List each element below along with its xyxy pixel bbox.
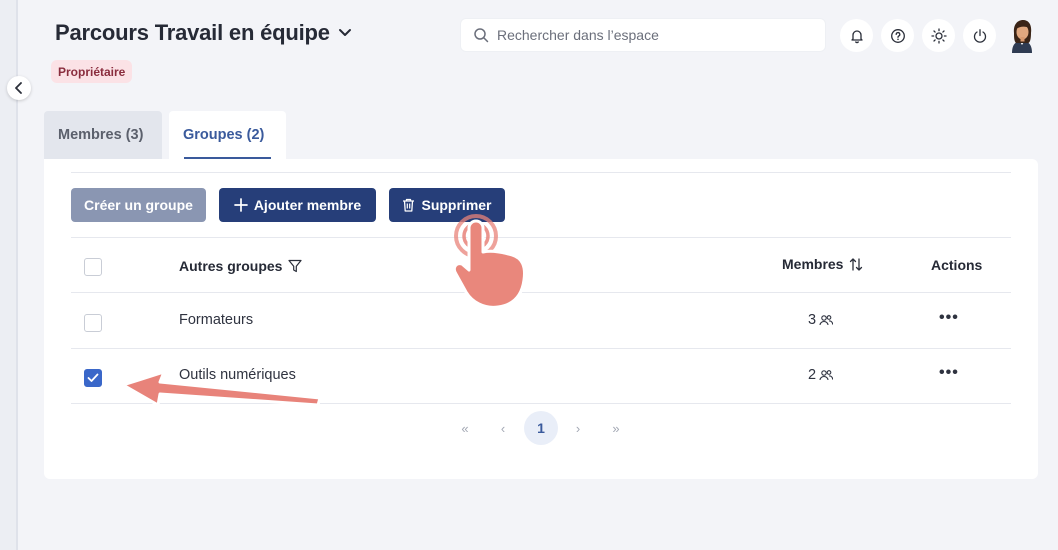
column-header-members-label: Membres — [782, 256, 844, 272]
users-icon — [819, 370, 834, 381]
delete-button[interactable]: Supprimer — [389, 188, 505, 222]
page-1-button[interactable]: 1 — [524, 411, 558, 445]
divider — [71, 237, 1011, 238]
divider — [71, 292, 1011, 293]
plus-icon — [233, 198, 248, 212]
pagination: « ‹ 1 › » — [44, 411, 1038, 445]
power-icon — [973, 28, 986, 43]
create-group-label: Créer un groupe — [84, 197, 193, 213]
logout-button[interactable] — [963, 19, 996, 52]
group-name: Outils numériques — [179, 367, 296, 383]
row-checkbox[interactable] — [84, 314, 102, 332]
theme-toggle-button[interactable] — [922, 19, 955, 52]
avatar[interactable] — [1004, 17, 1040, 53]
prev-page-button[interactable]: ‹ — [486, 411, 520, 445]
tab-groupes-label: Groupes (2) — [183, 127, 265, 143]
row-actions-menu[interactable]: ••• — [939, 309, 959, 327]
add-member-button[interactable]: Ajouter membre — [219, 188, 376, 222]
help-button[interactable] — [881, 19, 914, 52]
bell-icon — [850, 29, 863, 43]
role-badge: Propriétaire — [51, 60, 133, 83]
create-group-button[interactable]: Créer un groupe — [71, 188, 206, 222]
add-member-label: Ajouter membre — [253, 197, 362, 213]
next-page-button[interactable]: › — [561, 411, 595, 445]
tabs-bar: Membres (3) Groupes (2) — [44, 111, 286, 159]
row-actions-menu[interactable]: ••• — [939, 364, 959, 382]
page-title: Parcours Travail en équipe — [55, 20, 330, 45]
group-member-count: 2 — [808, 367, 834, 383]
check-icon — [87, 373, 99, 382]
trash-icon — [403, 198, 415, 212]
column-header-name-label: Autres groupes — [179, 258, 283, 274]
divider — [71, 172, 1011, 173]
sun-icon — [930, 27, 947, 44]
group-member-count: 3 — [808, 312, 834, 328]
search-input[interactable] — [497, 27, 807, 43]
search-bar[interactable] — [460, 18, 826, 52]
select-all-checkbox[interactable] — [84, 258, 102, 276]
filter-icon[interactable] — [288, 259, 303, 273]
user-avatar-icon — [1012, 20, 1032, 53]
delete-label: Supprimer — [421, 197, 492, 213]
notifications-button[interactable] — [840, 19, 873, 52]
last-page-button[interactable]: » — [599, 411, 633, 445]
group-name: Formateurs — [179, 312, 254, 328]
users-icon — [819, 315, 834, 326]
column-header-members[interactable]: Membres — [782, 256, 863, 272]
first-page-button[interactable]: « — [448, 411, 482, 445]
space-title-dropdown[interactable]: Parcours Travail en équipe — [55, 20, 352, 46]
member-count-value: 3 — [808, 312, 817, 328]
help-icon — [890, 28, 905, 43]
sort-icon[interactable] — [849, 257, 863, 272]
member-count-value: 2 — [808, 367, 817, 383]
column-header-actions: Actions — [931, 257, 982, 273]
divider — [71, 403, 1011, 404]
chevron-down-icon — [338, 29, 351, 36]
collapse-sidebar-button[interactable] — [7, 76, 31, 100]
groups-panel: Créer un groupe Ajouter membre Supprimer… — [44, 159, 1038, 479]
column-header-actions-label: Actions — [931, 257, 983, 273]
tab-membres-label: Membres (3) — [58, 127, 144, 143]
row-checkbox[interactable] — [84, 369, 102, 387]
tab-membres[interactable]: Membres (3) — [44, 111, 162, 159]
divider — [71, 348, 1011, 349]
chevron-left-icon — [15, 82, 22, 94]
search-icon — [474, 28, 489, 43]
column-header-name[interactable]: Autres groupes — [179, 258, 303, 274]
tab-groupes[interactable]: Groupes (2) — [169, 111, 286, 159]
